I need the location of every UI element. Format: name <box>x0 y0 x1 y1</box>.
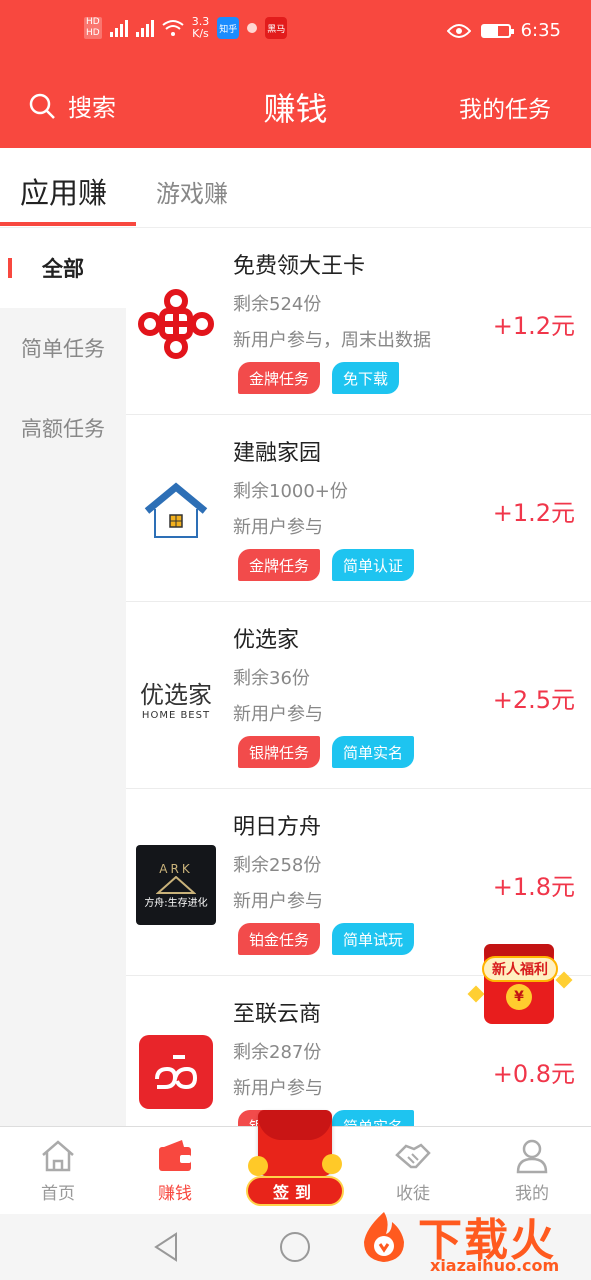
tab-game-earn[interactable]: 游戏赚 <box>156 174 228 209</box>
nav-mine[interactable]: 我的 <box>482 1137 582 1204</box>
home-icon <box>42 1140 74 1172</box>
tab-app-earn[interactable]: 应用赚 <box>20 170 107 212</box>
task-tag-level: 铂金任务 <box>238 923 321 955</box>
sidebar-item-all[interactable]: 全部 <box>0 228 126 308</box>
eye-icon <box>446 23 471 38</box>
status-bar: HD HD 3.3 K/s 知乎 黑马 6:35 <box>0 12 591 52</box>
task-title: 建融家园 <box>233 441 322 466</box>
logo-subtext: HOME BEST <box>141 710 211 721</box>
ark-game-logo: ARK 方舟:生存进化 <box>136 845 216 925</box>
nav-apprentice[interactable]: 收徒 <box>363 1137 463 1204</box>
task-description: 新用户参与 <box>233 704 323 725</box>
task-title: 明日方舟 <box>233 815 322 840</box>
logo-ark-subtitle: 方舟:生存进化 <box>144 897 208 909</box>
sidebar: 全部 简单任务 高额任务 <box>0 228 126 1126</box>
task-remaining: 剩余1000+份 <box>233 481 348 502</box>
bonus-label: 新人福利 <box>482 956 558 982</box>
sparkle-icon <box>555 971 573 989</box>
task-description: 新用户参与 <box>233 1078 323 1099</box>
china-unicom-logo <box>136 284 216 364</box>
task-remaining: 剩余258份 <box>233 855 322 876</box>
zhihu-app-icon: 知乎 <box>217 17 240 39</box>
coin-icon <box>322 1154 342 1174</box>
home-circle-icon[interactable] <box>280 1232 310 1262</box>
signal-icon-2 <box>135 19 154 37</box>
sparkle-icon <box>467 985 485 1003</box>
watermark: 下载火 xiazaihuo.com <box>350 1200 591 1280</box>
signin-label: 签到 <box>246 1176 344 1206</box>
zhilian-logo <box>136 1032 216 1112</box>
handshake-icon <box>395 1143 431 1169</box>
task-reward: +1.8元 <box>492 873 575 901</box>
task-remaining: 剩余524份 <box>233 294 322 315</box>
task-title: 优选家 <box>233 628 300 653</box>
youxuanjia-logo: 优选家 HOME BEST <box>136 658 216 738</box>
task-tag-type: 简单实名 <box>332 736 415 768</box>
task-tag-level: 金牌任务 <box>238 549 321 581</box>
task-reward: +2.5元 <box>492 686 575 714</box>
active-tab-indicator <box>0 222 136 226</box>
my-tasks-link[interactable]: 我的任务 <box>459 90 551 124</box>
nav-home[interactable]: 首页 <box>8 1137 108 1204</box>
task-tag-type: 简单认证 <box>332 549 415 581</box>
task-tag-level: 银牌任务 <box>238 736 321 768</box>
task-card[interactable]: 建融家园 剩余1000+份 新用户参与 +1.2元 金牌任务 简单认证 <box>126 415 591 602</box>
sidebar-item-simple[interactable]: 简单任务 <box>0 308 126 388</box>
new-user-bonus-button[interactable]: ¥ 新人福利 <box>466 934 574 1026</box>
task-remaining: 剩余287份 <box>233 1042 322 1063</box>
hd-indicator: HD HD <box>84 17 102 39</box>
clock: 6:35 <box>520 20 561 41</box>
task-title: 免费领大王卡 <box>233 254 366 279</box>
task-card[interactable]: 优选家 HOME BEST 优选家 剩余36份 新用户参与 +2.5元 银牌任务… <box>126 602 591 789</box>
nav-earn[interactable]: 赚钱 <box>125 1137 225 1204</box>
app-header: 搜索 赚钱 我的任务 <box>0 78 591 138</box>
task-reward: +1.2元 <box>492 499 575 527</box>
task-reward: +0.8元 <box>492 1060 575 1088</box>
nav-earn-label: 赚钱 <box>158 1184 192 1204</box>
sidebar-item-high[interactable]: 高额任务 <box>0 388 126 468</box>
person-icon <box>516 1139 548 1174</box>
task-reward: +1.2元 <box>492 312 575 340</box>
coin-icon: ¥ <box>506 984 532 1010</box>
category-tabs: 应用赚 游戏赚 <box>0 148 591 228</box>
notification-dot-icon <box>247 23 258 33</box>
envelope-flap <box>258 1110 332 1140</box>
nav-home-label: 首页 <box>41 1184 75 1204</box>
task-tag-type: 免下载 <box>332 362 400 394</box>
battery-icon <box>480 23 514 38</box>
task-description: 新用户参与 <box>233 891 323 912</box>
task-card[interactable]: 免费领大王卡 剩余524份 新用户参与，周末出数据 +1.2元 金牌任务 免下载 <box>126 228 591 415</box>
wallet-icon <box>159 1140 191 1171</box>
task-description: 新用户参与，周末出数据 <box>233 330 431 351</box>
network-speed: 3.3 K/s <box>191 15 210 40</box>
red-app-icon: 黑马 <box>265 17 288 39</box>
task-remaining: 剩余36份 <box>233 668 310 689</box>
signin-button[interactable]: 签到 <box>244 1110 346 1208</box>
fire-logo-icon <box>364 1212 404 1262</box>
wifi-icon <box>162 20 184 36</box>
top-bar: HD HD 3.3 K/s 知乎 黑马 6:35 搜索 赚钱 我的任务 <box>0 0 591 148</box>
task-tag-level: 金牌任务 <box>238 362 321 394</box>
coin-icon <box>248 1156 268 1176</box>
watermark-url: xiazaihuo.com <box>430 1256 560 1275</box>
logo-ark-text: ARK <box>159 861 193 876</box>
logo-text: 优选家 <box>140 681 212 709</box>
signal-icon <box>109 19 128 37</box>
task-title: 至联云商 <box>233 1002 322 1027</box>
back-icon[interactable] <box>152 1232 180 1262</box>
task-description: 新用户参与 <box>233 517 323 538</box>
house-logo <box>136 471 216 551</box>
task-tag-type: 简单试玩 <box>332 923 415 955</box>
